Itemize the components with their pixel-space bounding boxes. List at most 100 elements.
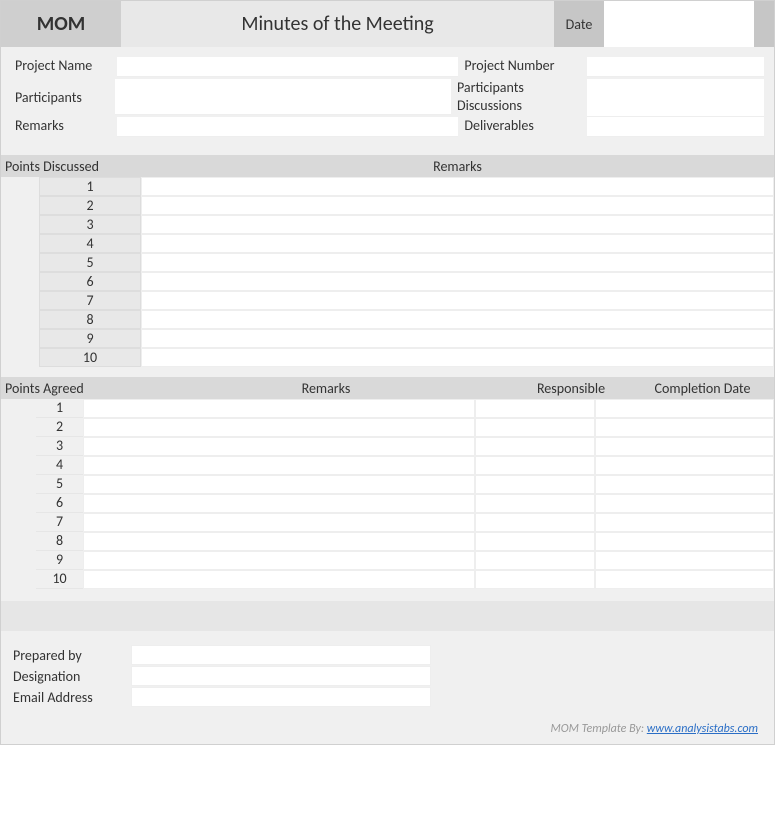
agreed-row-completion[interactable] bbox=[595, 437, 774, 456]
agreed-header-remarks: Remarks bbox=[141, 380, 511, 397]
agreed-row-remarks[interactable] bbox=[83, 494, 475, 513]
points-discussed-section: Points Discussed Remarks 12345678910 bbox=[1, 155, 774, 367]
header-bar: MOM Minutes of the Meeting Date bbox=[1, 1, 774, 47]
discussed-row-remarks[interactable] bbox=[141, 272, 774, 291]
discussed-row-remarks[interactable] bbox=[141, 234, 774, 253]
agreed-row-responsible[interactable] bbox=[475, 532, 595, 551]
discussed-row-remarks[interactable] bbox=[141, 196, 774, 215]
agreed-row: 2 bbox=[1, 418, 774, 437]
discussed-row: 8 bbox=[1, 310, 774, 329]
agreed-row-number: 4 bbox=[36, 456, 82, 475]
agreed-row-number: 8 bbox=[36, 532, 82, 551]
agreed-row-responsible[interactable] bbox=[475, 456, 595, 475]
row-pad bbox=[1, 551, 36, 570]
deliverables-input[interactable] bbox=[587, 117, 764, 137]
agreed-row-completion[interactable] bbox=[595, 475, 774, 494]
prepared-by-input[interactable] bbox=[131, 645, 431, 665]
agreed-row-remarks[interactable] bbox=[83, 437, 475, 456]
agreed-row-completion[interactable] bbox=[595, 494, 774, 513]
discussed-row-remarks[interactable] bbox=[141, 329, 774, 348]
agreed-row-remarks[interactable] bbox=[83, 532, 475, 551]
agreed-row-number: 5 bbox=[36, 475, 82, 494]
agreed-row-number: 1 bbox=[36, 399, 82, 418]
agreed-row-completion[interactable] bbox=[595, 456, 774, 475]
row-pad bbox=[1, 215, 39, 234]
agreed-row-remarks[interactable] bbox=[83, 513, 475, 532]
agreed-row-remarks[interactable] bbox=[83, 456, 475, 475]
designation-input[interactable] bbox=[131, 666, 431, 686]
agreed-row-completion[interactable] bbox=[595, 551, 774, 570]
discussed-row-number: 4 bbox=[39, 234, 141, 253]
participants-right-label: Participants bbox=[451, 79, 587, 97]
agreed-row: 4 bbox=[1, 456, 774, 475]
project-number-label: Project Number bbox=[458, 57, 587, 74]
agreed-header-responsible: Responsible bbox=[511, 380, 631, 397]
agreed-row-completion[interactable] bbox=[595, 513, 774, 532]
agreed-row: 3 bbox=[1, 437, 774, 456]
date-label: Date bbox=[554, 1, 604, 47]
agreed-row-responsible[interactable] bbox=[475, 494, 595, 513]
agreed-row-number: 2 bbox=[36, 418, 82, 437]
agreed-row: 5 bbox=[1, 475, 774, 494]
discussed-row-number: 9 bbox=[39, 329, 141, 348]
row-pad bbox=[1, 437, 36, 456]
agreed-row: 9 bbox=[1, 551, 774, 570]
row-pad bbox=[1, 177, 39, 196]
agreed-row-responsible[interactable] bbox=[475, 513, 595, 532]
agreed-row-responsible[interactable] bbox=[475, 418, 595, 437]
row-pad bbox=[1, 253, 39, 272]
agreed-row-responsible[interactable] bbox=[475, 570, 595, 589]
agreed-row-remarks[interactable] bbox=[83, 551, 475, 570]
row-pad bbox=[1, 272, 39, 291]
agreed-row-remarks[interactable] bbox=[83, 570, 475, 589]
agreed-row-completion[interactable] bbox=[595, 532, 774, 551]
agreed-header-points: Points Agreed bbox=[1, 380, 141, 397]
project-name-input[interactable] bbox=[117, 57, 458, 77]
agreed-row-remarks[interactable] bbox=[83, 418, 475, 437]
discussed-row: 2 bbox=[1, 196, 774, 215]
discussed-row-remarks[interactable] bbox=[141, 310, 774, 329]
discussed-row: 6 bbox=[1, 272, 774, 291]
agreed-row-responsible[interactable] bbox=[475, 551, 595, 570]
discussed-row-number: 5 bbox=[39, 253, 141, 272]
discussed-row: 10 bbox=[1, 348, 774, 367]
remarks-left-input[interactable] bbox=[117, 117, 458, 137]
row-pad bbox=[1, 532, 36, 551]
agreed-row-completion[interactable] bbox=[595, 399, 774, 418]
discussed-row-remarks[interactable] bbox=[141, 291, 774, 310]
spacer bbox=[1, 601, 774, 631]
row-pad bbox=[1, 196, 39, 215]
agreed-row-remarks[interactable] bbox=[83, 475, 475, 494]
agreed-row-remarks[interactable] bbox=[83, 399, 475, 418]
discussed-row: 1 bbox=[1, 177, 774, 196]
agreed-row-completion[interactable] bbox=[595, 418, 774, 437]
agreed-row-responsible[interactable] bbox=[475, 437, 595, 456]
participants-right-input[interactable] bbox=[587, 79, 764, 99]
discussed-header-points: Points Discussed bbox=[1, 158, 141, 175]
credit-link[interactable]: www.analysistabs.com bbox=[647, 722, 758, 736]
row-pad bbox=[1, 456, 36, 475]
discussed-row-remarks[interactable] bbox=[141, 177, 774, 196]
discussed-row: 7 bbox=[1, 291, 774, 310]
date-input[interactable] bbox=[604, 1, 754, 47]
agreed-row-responsible[interactable] bbox=[475, 399, 595, 418]
agreed-row: 1 bbox=[1, 399, 774, 418]
discussed-row-remarks[interactable] bbox=[141, 348, 774, 367]
discussed-row-remarks[interactable] bbox=[141, 253, 774, 272]
discussed-row-number: 7 bbox=[39, 291, 141, 310]
email-input[interactable] bbox=[131, 687, 431, 707]
project-number-input[interactable] bbox=[587, 57, 764, 77]
discussions-input[interactable] bbox=[587, 97, 764, 117]
discussed-row-number: 2 bbox=[39, 196, 141, 215]
row-pad bbox=[1, 570, 36, 589]
row-pad bbox=[1, 348, 39, 367]
agreed-row-responsible[interactable] bbox=[475, 475, 595, 494]
agreed-row-number: 7 bbox=[36, 513, 82, 532]
participants-left-input[interactable] bbox=[115, 79, 451, 115]
row-pad bbox=[1, 475, 36, 494]
discussed-row-remarks[interactable] bbox=[141, 215, 774, 234]
row-pad bbox=[1, 513, 36, 532]
agreed-row-number: 3 bbox=[36, 437, 82, 456]
agreed-row-completion[interactable] bbox=[595, 570, 774, 589]
prepared-by-label: Prepared by bbox=[11, 647, 131, 664]
